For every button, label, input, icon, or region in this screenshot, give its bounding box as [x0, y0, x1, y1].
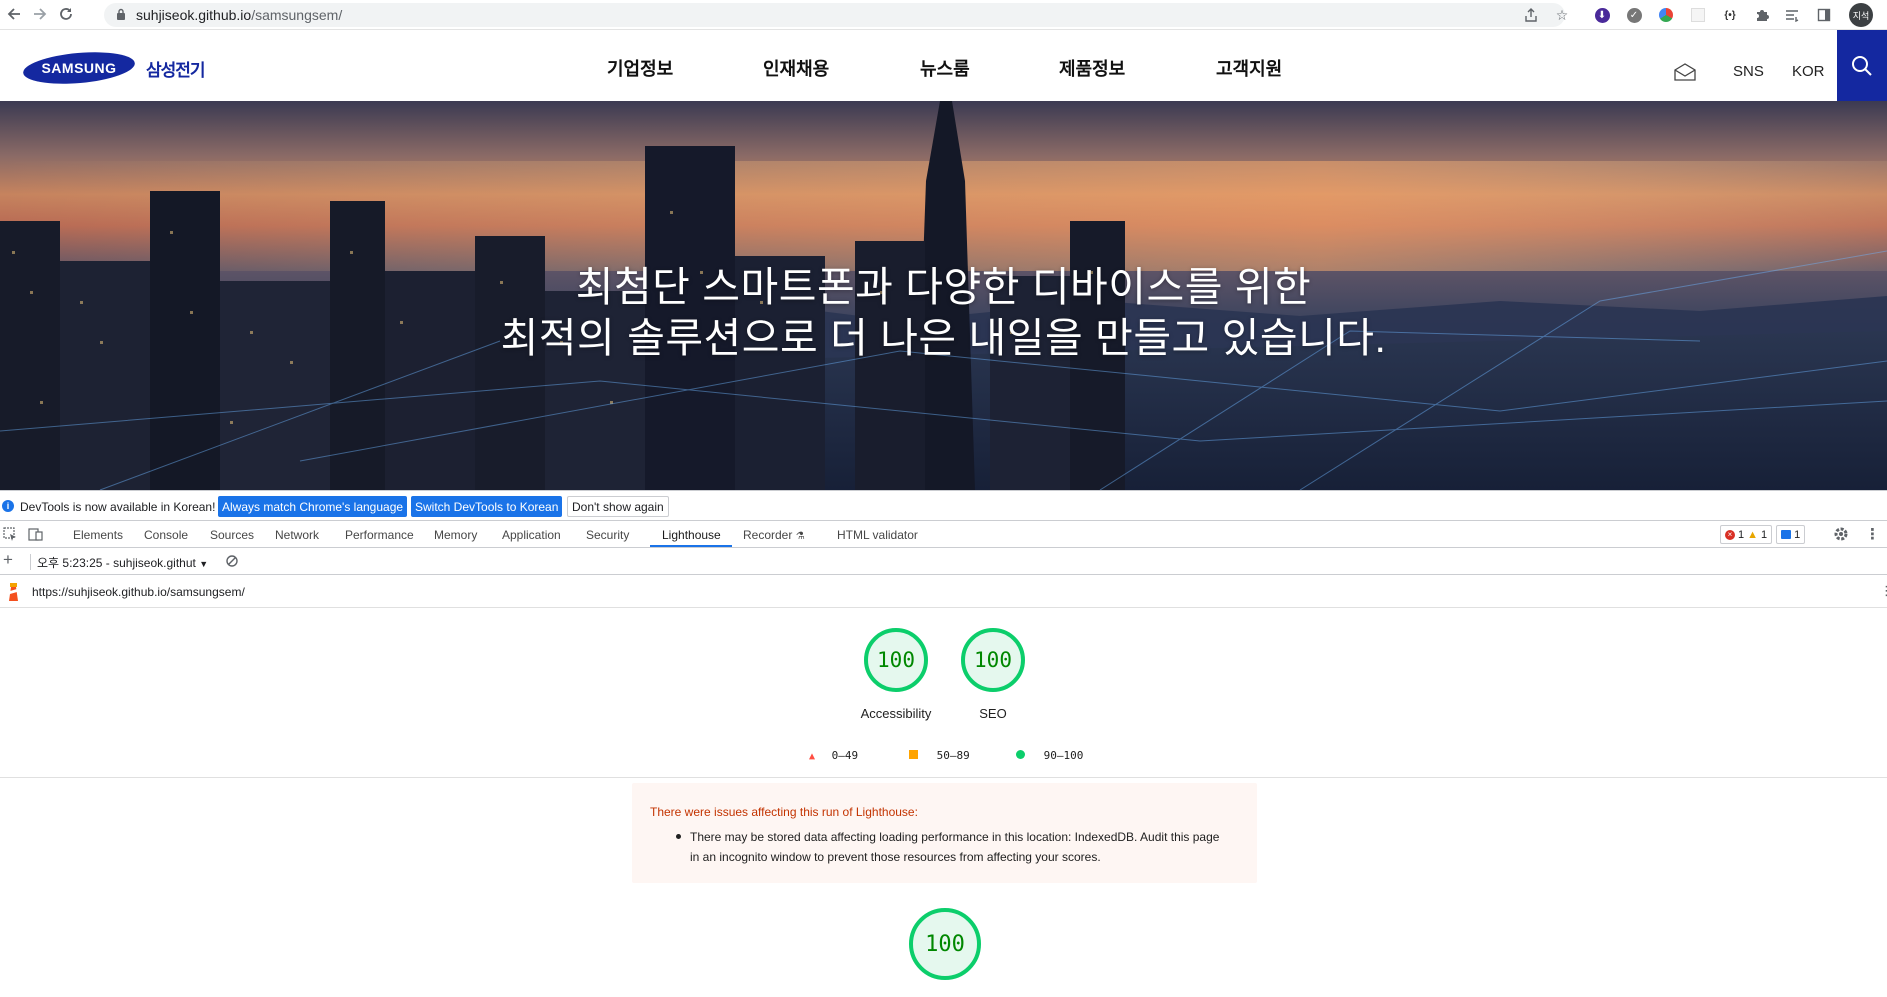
extension-download-icon[interactable]: ⬇: [1591, 4, 1613, 26]
nav-newsroom[interactable]: 뉴스룸: [920, 55, 970, 81]
seo-score-label: SEO: [979, 706, 1007, 721]
error-count[interactable]: × 1 ▲ 1: [1720, 525, 1773, 544]
side-panel-icon[interactable]: [1813, 4, 1835, 26]
nav-careers[interactable]: 인재채용: [763, 55, 829, 81]
tab-performance[interactable]: Performance: [345, 528, 414, 542]
svg-text:SAMSUNG: SAMSUNG: [41, 60, 116, 76]
lighthouse-logo-icon: [9, 583, 18, 601]
samsung-logo[interactable]: SAMSUNG: [22, 51, 136, 85]
tab-lighthouse[interactable]: Lighthouse: [662, 528, 721, 542]
dropdown-arrow-icon: ▼: [199, 559, 209, 569]
always-match-language-button[interactable]: Always match Chrome's language: [218, 496, 408, 517]
site-search-button[interactable]: [1837, 30, 1887, 101]
back-button[interactable]: [3, 3, 25, 25]
run-warnings-box: There were issues affecting this run of …: [632, 783, 1257, 883]
extension-color-icon[interactable]: [1655, 4, 1677, 26]
warning-title: There were issues affecting this run of …: [650, 805, 918, 819]
hero-banner: 최첨단 스마트폰과 다양한 디바이스를 위한 최적의 솔루션으로 더 나은 내일…: [0, 101, 1887, 490]
error-icon: ×: [1725, 529, 1735, 540]
search-icon: [1852, 55, 1872, 76]
tab-memory[interactable]: Memory: [434, 528, 477, 542]
issue-counts[interactable]: × 1 ▲ 1 1: [1720, 525, 1806, 544]
profile-avatar[interactable]: 지석: [1849, 3, 1873, 27]
lock-icon: [117, 8, 125, 20]
triangle-icon: ▲: [809, 751, 816, 762]
legend-pass: 90–100: [1016, 749, 1083, 762]
extensions-puzzle-icon[interactable]: [1751, 4, 1773, 26]
reading-list-icon[interactable]: [1781, 4, 1803, 26]
new-report-plus-icon[interactable]: +: [3, 550, 13, 570]
toolbar-divider: [30, 554, 31, 570]
reload-icon: [60, 8, 72, 20]
reload-button[interactable]: [55, 3, 77, 25]
brand-korean-name[interactable]: 삼성전기: [146, 56, 206, 81]
more-options-icon[interactable]: ⋮: [1865, 525, 1880, 543]
arrow-right-icon: [34, 8, 47, 20]
hero-headline-line-2: 최적의 솔루션으로 더 나은 내일을 만들고 있습니다.: [500, 315, 1387, 361]
tab-security[interactable]: Security: [586, 528, 629, 542]
forward-button[interactable]: [29, 3, 51, 25]
lighthouse-toolbar: + 오후 5:23:25 - suhjiseok.githut ▼: [0, 548, 1887, 575]
category-score-gauge[interactable]: 100: [909, 908, 981, 980]
switch-to-korean-button[interactable]: Switch DevTools to Korean: [411, 496, 563, 517]
dont-show-again-button[interactable]: Don't show again: [567, 496, 669, 517]
report-url[interactable]: https://suhjiseok.github.io/samsungsem/: [32, 585, 245, 599]
tab-sources[interactable]: Sources: [210, 528, 254, 542]
mail-icon[interactable]: [1673, 63, 1697, 81]
messages-count[interactable]: 1: [1776, 525, 1806, 544]
devtools-tab-bar: Elements Console Sources Network Perform…: [0, 521, 1887, 548]
circle-icon: [1016, 750, 1025, 759]
bullet-icon: [676, 834, 681, 839]
clear-reports-icon[interactable]: [225, 554, 239, 573]
tab-html-validator[interactable]: HTML validator: [837, 528, 918, 542]
report-selector[interactable]: 오후 5:23:25 - suhjiseok.githut ▼: [37, 554, 208, 571]
accessibility-score-gauge[interactable]: 100: [864, 628, 928, 692]
tab-application[interactable]: Application: [502, 528, 561, 542]
message-icon: [1781, 530, 1792, 539]
settings-gear-icon[interactable]: [1833, 526, 1849, 547]
devtools-language-banner: i DevTools is now available in Korean! A…: [0, 490, 1887, 521]
info-icon: i: [2, 500, 14, 512]
arrow-left-icon: [7, 8, 20, 20]
report-url-row: https://suhjiseok.github.io/samsungsem/ …: [0, 575, 1887, 608]
warning-icon: ▲: [1747, 528, 1759, 541]
legend-fail: ▲ 0–49: [809, 749, 859, 762]
tab-console[interactable]: Console: [144, 528, 188, 542]
seo-score-gauge[interactable]: 100: [961, 628, 1025, 692]
extension-code-icon[interactable]: {•}: [1719, 4, 1741, 26]
active-tab-indicator: [650, 545, 732, 547]
sns-link[interactable]: SNS: [1733, 63, 1764, 80]
device-toolbar-icon[interactable]: [28, 527, 43, 547]
address-url: suhjiseok.github.io/samsungsem/: [136, 7, 343, 23]
tab-recorder[interactable]: Recorder ⚗: [743, 528, 805, 542]
square-icon: [909, 750, 918, 759]
flask-icon: ⚗: [795, 531, 805, 542]
browser-toolbar: suhjiseok.github.io/samsungsem/ ☆ ⬇ ✓ {•…: [0, 0, 1887, 30]
warning-item: There may be stored data affecting loadi…: [690, 830, 1220, 864]
nav-support[interactable]: 고객지원: [1216, 55, 1282, 81]
inspect-element-icon[interactable]: [3, 527, 18, 547]
bookmark-star-icon[interactable]: ☆: [1551, 4, 1573, 26]
nav-company-info[interactable]: 기업정보: [607, 55, 673, 81]
extension-blank-icon[interactable]: [1687, 4, 1709, 26]
address-bar[interactable]: suhjiseok.github.io/samsungsem/: [104, 3, 1565, 27]
language-selector[interactable]: KOR: [1792, 63, 1825, 80]
section-divider: [0, 777, 1887, 778]
extension-check-icon[interactable]: ✓: [1623, 4, 1645, 26]
legend-average: 50–89: [909, 749, 970, 762]
banner-message: DevTools is now available in Korean!: [20, 500, 216, 514]
tab-network[interactable]: Network: [275, 528, 319, 542]
site-header: SAMSUNG 삼성전기 기업정보 인재채용 뉴스룸 제품정보 고객지원 SNS…: [0, 30, 1887, 101]
nav-products[interactable]: 제품정보: [1059, 55, 1125, 81]
report-menu-icon[interactable]: ⋮: [1880, 583, 1887, 599]
share-icon[interactable]: [1520, 4, 1542, 26]
tab-elements[interactable]: Elements: [73, 528, 123, 542]
tab-recorder-label: Recorder: [743, 528, 793, 542]
